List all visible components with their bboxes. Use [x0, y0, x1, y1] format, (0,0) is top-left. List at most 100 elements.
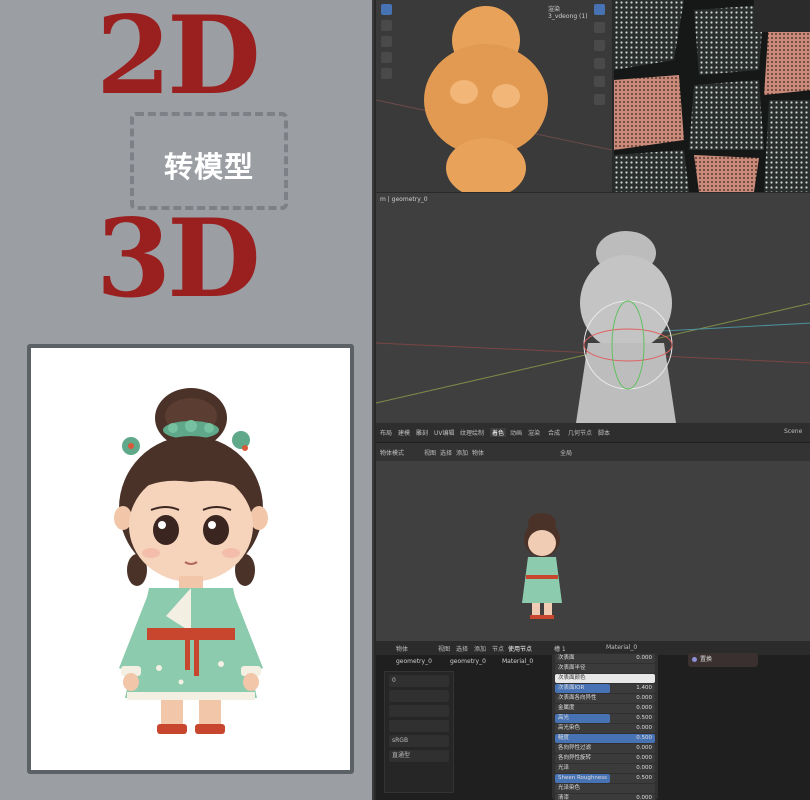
promo-3d-text: 3D — [96, 196, 261, 322]
tab-texture-paint[interactable]: 纹理绘制 — [460, 428, 484, 437]
tab-scripting[interactable]: 脚本 — [598, 428, 610, 437]
object-mode-dropdown[interactable]: 物体模式 — [380, 448, 404, 457]
image-row-3[interactable] — [389, 705, 449, 717]
bsdf-row-value: 0.000 — [636, 755, 652, 761]
bsdf-row[interactable]: 次表面各向异性 0.000 — [555, 694, 655, 703]
side-tool-4-icon[interactable] — [594, 58, 605, 69]
viewport-mid-header: m | geometry_0 — [380, 196, 428, 203]
bsdf-row[interactable]: 糙度 0.500 — [555, 734, 655, 743]
tab-layout[interactable]: 布局 — [380, 428, 392, 437]
bsdf-row[interactable]: 各向异性过滤 0.000 — [555, 744, 655, 753]
menu-select[interactable]: 选择 — [440, 448, 452, 457]
object-label: 3_vdeong (1) — [548, 13, 588, 20]
node-menu-view[interactable]: 视图 — [438, 644, 450, 653]
bsdf-row-label: 次表面各向异性 — [558, 695, 597, 701]
bsdf-row[interactable]: 次表面颜色 — [555, 674, 655, 683]
principled-bsdf-node[interactable]: 次表面 0.000 次表面半径 次表面颜色 次表面IOR 1.400 次表面各向异性 0.00… — [552, 653, 658, 800]
breadcrumb-material[interactable]: Material_0 — [502, 658, 533, 665]
tab-shading[interactable]: 着色 — [490, 428, 507, 437]
node-menu-add[interactable]: 添加 — [474, 644, 486, 653]
bsdf-row-label: 各向异性过滤 — [558, 745, 592, 751]
image-row-4[interactable] — [389, 720, 449, 732]
displacement-socket[interactable]: 置换 — [688, 653, 758, 667]
node-menu-node[interactable]: 节点 — [492, 644, 504, 653]
bsdf-row[interactable]: Sheen Roughness 0.500 — [555, 774, 655, 783]
shader-node-editor[interactable]: 物体 视图 选择 添加 节点 使用节点 槽 1 Material_0 geome… — [376, 641, 810, 800]
bsdf-row-value: 0.000 — [636, 655, 652, 661]
side-tool-active-icon[interactable] — [594, 4, 605, 15]
breadcrumb-object[interactable]: geometry_0 — [396, 658, 432, 665]
side-tool-5-icon[interactable] — [594, 76, 605, 87]
node-menu-object[interactable]: 物体 — [396, 644, 408, 653]
tab-geometry-nodes[interactable]: 几何节点 — [568, 428, 592, 437]
promo-2d-text: 2D — [96, 0, 261, 119]
promo-panel: 2D 转模型 3D — [0, 0, 372, 800]
bsdf-row-label: 次表面半径 — [558, 665, 586, 671]
bsdf-row-value: 0.000 — [636, 725, 652, 731]
tab-rendering[interactable]: 渲染 — [528, 428, 540, 437]
viewport-bottom[interactable]: 物体模式 视图 选择 添加 物体 全局 — [376, 443, 810, 641]
texture-options-panel[interactable] — [754, 0, 810, 32]
bsdf-row[interactable]: 次表面半径 — [555, 664, 655, 673]
image-texture-panel: 0 sRGB 直通型 — [384, 671, 454, 793]
breadcrumb-mesh[interactable]: geometry_0 — [450, 658, 486, 665]
side-tool-6-icon[interactable] — [594, 94, 605, 105]
bsdf-row[interactable]: 高光染色 0.000 — [555, 724, 655, 733]
bsdf-row-label: 各向异性旋转 — [558, 755, 592, 761]
side-tool-3-icon[interactable] — [594, 40, 605, 51]
bsdf-row-label: 光泽 — [558, 765, 570, 771]
material-name-field[interactable]: Material_0 — [606, 644, 637, 651]
tab-uv[interactable]: UV编辑 — [434, 428, 455, 437]
scale-tool-icon[interactable] — [381, 68, 392, 79]
menu-add[interactable]: 添加 — [456, 448, 468, 457]
bsdf-row-label: 清漆 — [558, 795, 570, 800]
bsdf-row[interactable]: 高光 0.500 — [555, 714, 655, 723]
node-menu-select[interactable]: 选择 — [456, 644, 468, 653]
orange-mesh-model — [376, 6, 612, 192]
bsdf-row[interactable]: 清漆 0.000 — [555, 794, 655, 800]
bsdf-row-label: 光泽染色 — [558, 785, 581, 791]
bsdf-row-label: 高光 — [558, 715, 570, 721]
viewport-bottom-header: 物体模式 视图 选择 添加 物体 全局 — [376, 443, 810, 461]
viewport-top-left[interactable]: 渲染 3_vdeong (1) — [376, 0, 612, 192]
rotate-tool-icon[interactable] — [381, 52, 392, 63]
bsdf-row[interactable]: 光泽染色 — [555, 784, 655, 793]
bsdf-row-value: 0.500 — [636, 775, 652, 781]
menu-object[interactable]: 物体 — [472, 448, 484, 457]
tab-animation[interactable]: 动画 — [510, 428, 522, 437]
side-tool-2-icon[interactable] — [594, 22, 605, 33]
texture-preview — [614, 0, 810, 192]
bsdf-row[interactable]: 次表面IOR 1.400 — [555, 684, 655, 693]
bsdf-row-label: 次表面IOR — [558, 685, 585, 691]
tab-compositing[interactable]: 合成 — [548, 428, 560, 437]
bsdf-row-value: 0.000 — [636, 795, 652, 800]
alpha-mode-dropdown[interactable]: 直通型 — [389, 750, 449, 762]
color-space-dropdown[interactable]: sRGB — [389, 735, 449, 747]
bsdf-row[interactable]: 各向异性旋转 0.000 — [555, 754, 655, 763]
menu-view[interactable]: 视图 — [424, 448, 436, 457]
bsdf-row-value: 0.000 — [636, 765, 652, 771]
image-name-field[interactable]: 0 — [389, 675, 449, 687]
image-row-2[interactable] — [389, 690, 449, 702]
bsdf-row-label: 次表面 — [558, 655, 575, 661]
use-nodes-checkbox[interactable]: 使用节点 — [508, 644, 532, 653]
bsdf-row-value: 0.000 — [636, 745, 652, 751]
viewport-middle[interactable]: m | geometry_0 — [376, 193, 810, 423]
select-tool-icon[interactable] — [381, 4, 392, 15]
material-slot-dropdown[interactable]: 槽 1 — [554, 644, 566, 653]
cursor-tool-icon[interactable] — [381, 20, 392, 31]
transform-orientation[interactable]: 全局 — [560, 448, 572, 457]
bsdf-row[interactable]: 光泽 0.000 — [555, 764, 655, 773]
bsdf-row-value: 0.500 — [636, 735, 652, 741]
bsdf-row[interactable]: 次表面 0.000 — [555, 654, 655, 663]
workspace-tabs: 布局 建模 雕刻 UV编辑 纹理绘制 着色 动画 渲染 合成 几何节点 脚本 S… — [376, 423, 810, 443]
bsdf-row-label: Sheen Roughness — [558, 775, 607, 781]
move-tool-icon[interactable] — [381, 36, 392, 47]
tab-modeling[interactable]: 建模 — [398, 428, 410, 437]
page: 2D 转模型 3D 渲染 3_vdeong (1) m | geometry_0… — [0, 0, 810, 800]
bsdf-row-label: 糙度 — [558, 735, 570, 741]
scene-label[interactable]: Scene — [784, 428, 802, 435]
bsdf-row-label: 次表面颜色 — [558, 675, 586, 681]
tab-sculpt[interactable]: 雕刻 — [416, 428, 428, 437]
bsdf-row[interactable]: 金属度 0.000 — [555, 704, 655, 713]
